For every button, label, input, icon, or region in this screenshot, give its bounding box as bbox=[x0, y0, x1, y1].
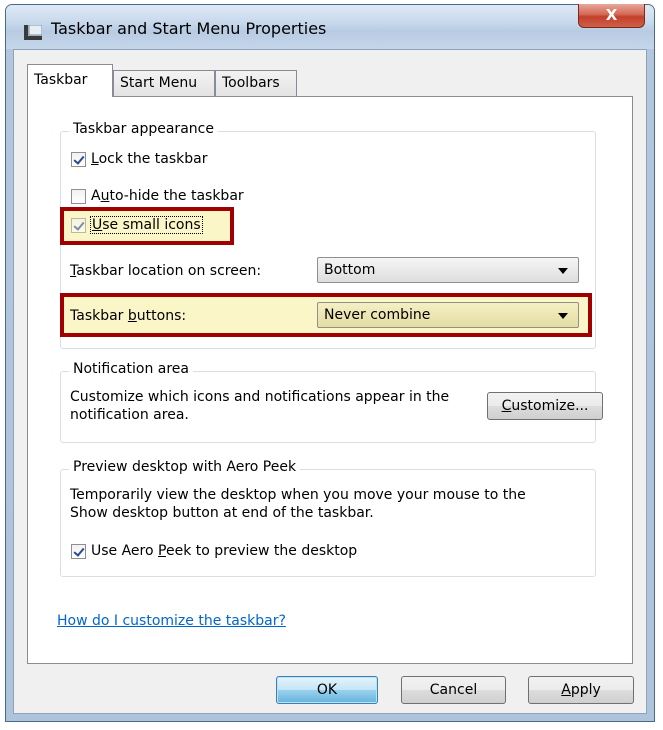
lock-taskbar-label: Lock the taskbar bbox=[91, 151, 208, 167]
cancel-button[interactable]: Cancel bbox=[401, 676, 506, 704]
taskbar-tab-panel: Taskbar appearance Lock the taskbar Auto… bbox=[27, 96, 633, 664]
notification-description-line2: notification area. bbox=[70, 407, 189, 423]
taskbar-location-select[interactable]: Bottom bbox=[317, 257, 579, 283]
lock-taskbar-checkbox-row[interactable]: Lock the taskbar bbox=[71, 149, 208, 169]
window-title: Taskbar and Start Menu Properties bbox=[51, 19, 327, 38]
small-icons-checkbox[interactable] bbox=[71, 217, 86, 233]
customize-button[interactable]: Customize... bbox=[487, 392, 603, 420]
aero-peek-legend: Preview desktop with Aero Peek bbox=[69, 459, 301, 475]
ok-button[interactable]: OK bbox=[276, 676, 378, 704]
notification-description: Customize which icons and notifications … bbox=[70, 388, 480, 424]
taskbar-location-value: Bottom bbox=[324, 262, 376, 278]
tab-start-menu-label: Start Menu bbox=[120, 75, 198, 91]
taskbar-buttons-label: Taskbar buttons: bbox=[70, 308, 187, 324]
title-bar[interactable]: Taskbar and Start Menu Properties X bbox=[6, 4, 654, 49]
tab-taskbar[interactable]: Taskbar bbox=[27, 64, 113, 97]
taskbar-location-label: Taskbar location on screen: bbox=[70, 263, 262, 279]
help-link[interactable]: How do I customize the taskbar? bbox=[57, 613, 286, 629]
taskbar-buttons-value: Never combine bbox=[324, 307, 431, 323]
auto-hide-checkbox[interactable] bbox=[71, 188, 86, 204]
apply-label: pply bbox=[570, 682, 601, 698]
aero-peek-checkbox[interactable] bbox=[71, 543, 86, 559]
chevron-down-icon bbox=[558, 313, 568, 319]
aero-peek-checkbox-row[interactable]: Use Aero Peek to preview the desktop bbox=[71, 541, 357, 561]
ok-label: OK bbox=[316, 682, 338, 698]
taskbar-buttons-select[interactable]: Never combine bbox=[317, 302, 579, 328]
taskbar-appearance-legend: Taskbar appearance bbox=[69, 121, 218, 137]
customize-accel: C bbox=[501, 398, 512, 414]
small-icons-checkbox-row[interactable]: Use small icons bbox=[71, 215, 203, 235]
taskbar-properties-icon bbox=[24, 25, 42, 40]
auto-hide-checkbox-row[interactable]: Auto-hide the taskbar bbox=[71, 186, 244, 206]
lock-taskbar-checkbox[interactable] bbox=[71, 151, 86, 167]
notification-area-legend: Notification area bbox=[69, 361, 193, 377]
aero-peek-label: Use Aero Peek to preview the desktop bbox=[91, 543, 358, 559]
aero-peek-description: Temporarily view the desktop when you mo… bbox=[70, 486, 590, 522]
close-button[interactable]: X bbox=[578, 4, 645, 28]
small-icons-label: Use small icons bbox=[90, 216, 203, 234]
notification-description-line1: Customize which icons and notifications … bbox=[70, 389, 450, 405]
tab-toolbars-label: Toolbars bbox=[222, 75, 280, 91]
aero-peek-description-line1: Temporarily view the desktop when you mo… bbox=[70, 487, 526, 503]
apply-accel: A bbox=[561, 682, 571, 698]
aero-peek-description-line2: Show desktop button at end of the taskba… bbox=[70, 505, 374, 521]
apply-button[interactable]: Apply bbox=[528, 676, 634, 704]
tab-toolbars[interactable]: Toolbars bbox=[215, 70, 297, 96]
customize-label: ustomize... bbox=[511, 398, 589, 414]
cancel-label: Cancel bbox=[429, 682, 478, 698]
auto-hide-label: Auto-hide the taskbar bbox=[91, 188, 244, 204]
chevron-down-icon bbox=[558, 268, 568, 274]
tab-start-menu[interactable]: Start Menu bbox=[113, 70, 215, 96]
tab-taskbar-label: Taskbar bbox=[34, 72, 88, 88]
close-icon: X bbox=[605, 6, 618, 24]
